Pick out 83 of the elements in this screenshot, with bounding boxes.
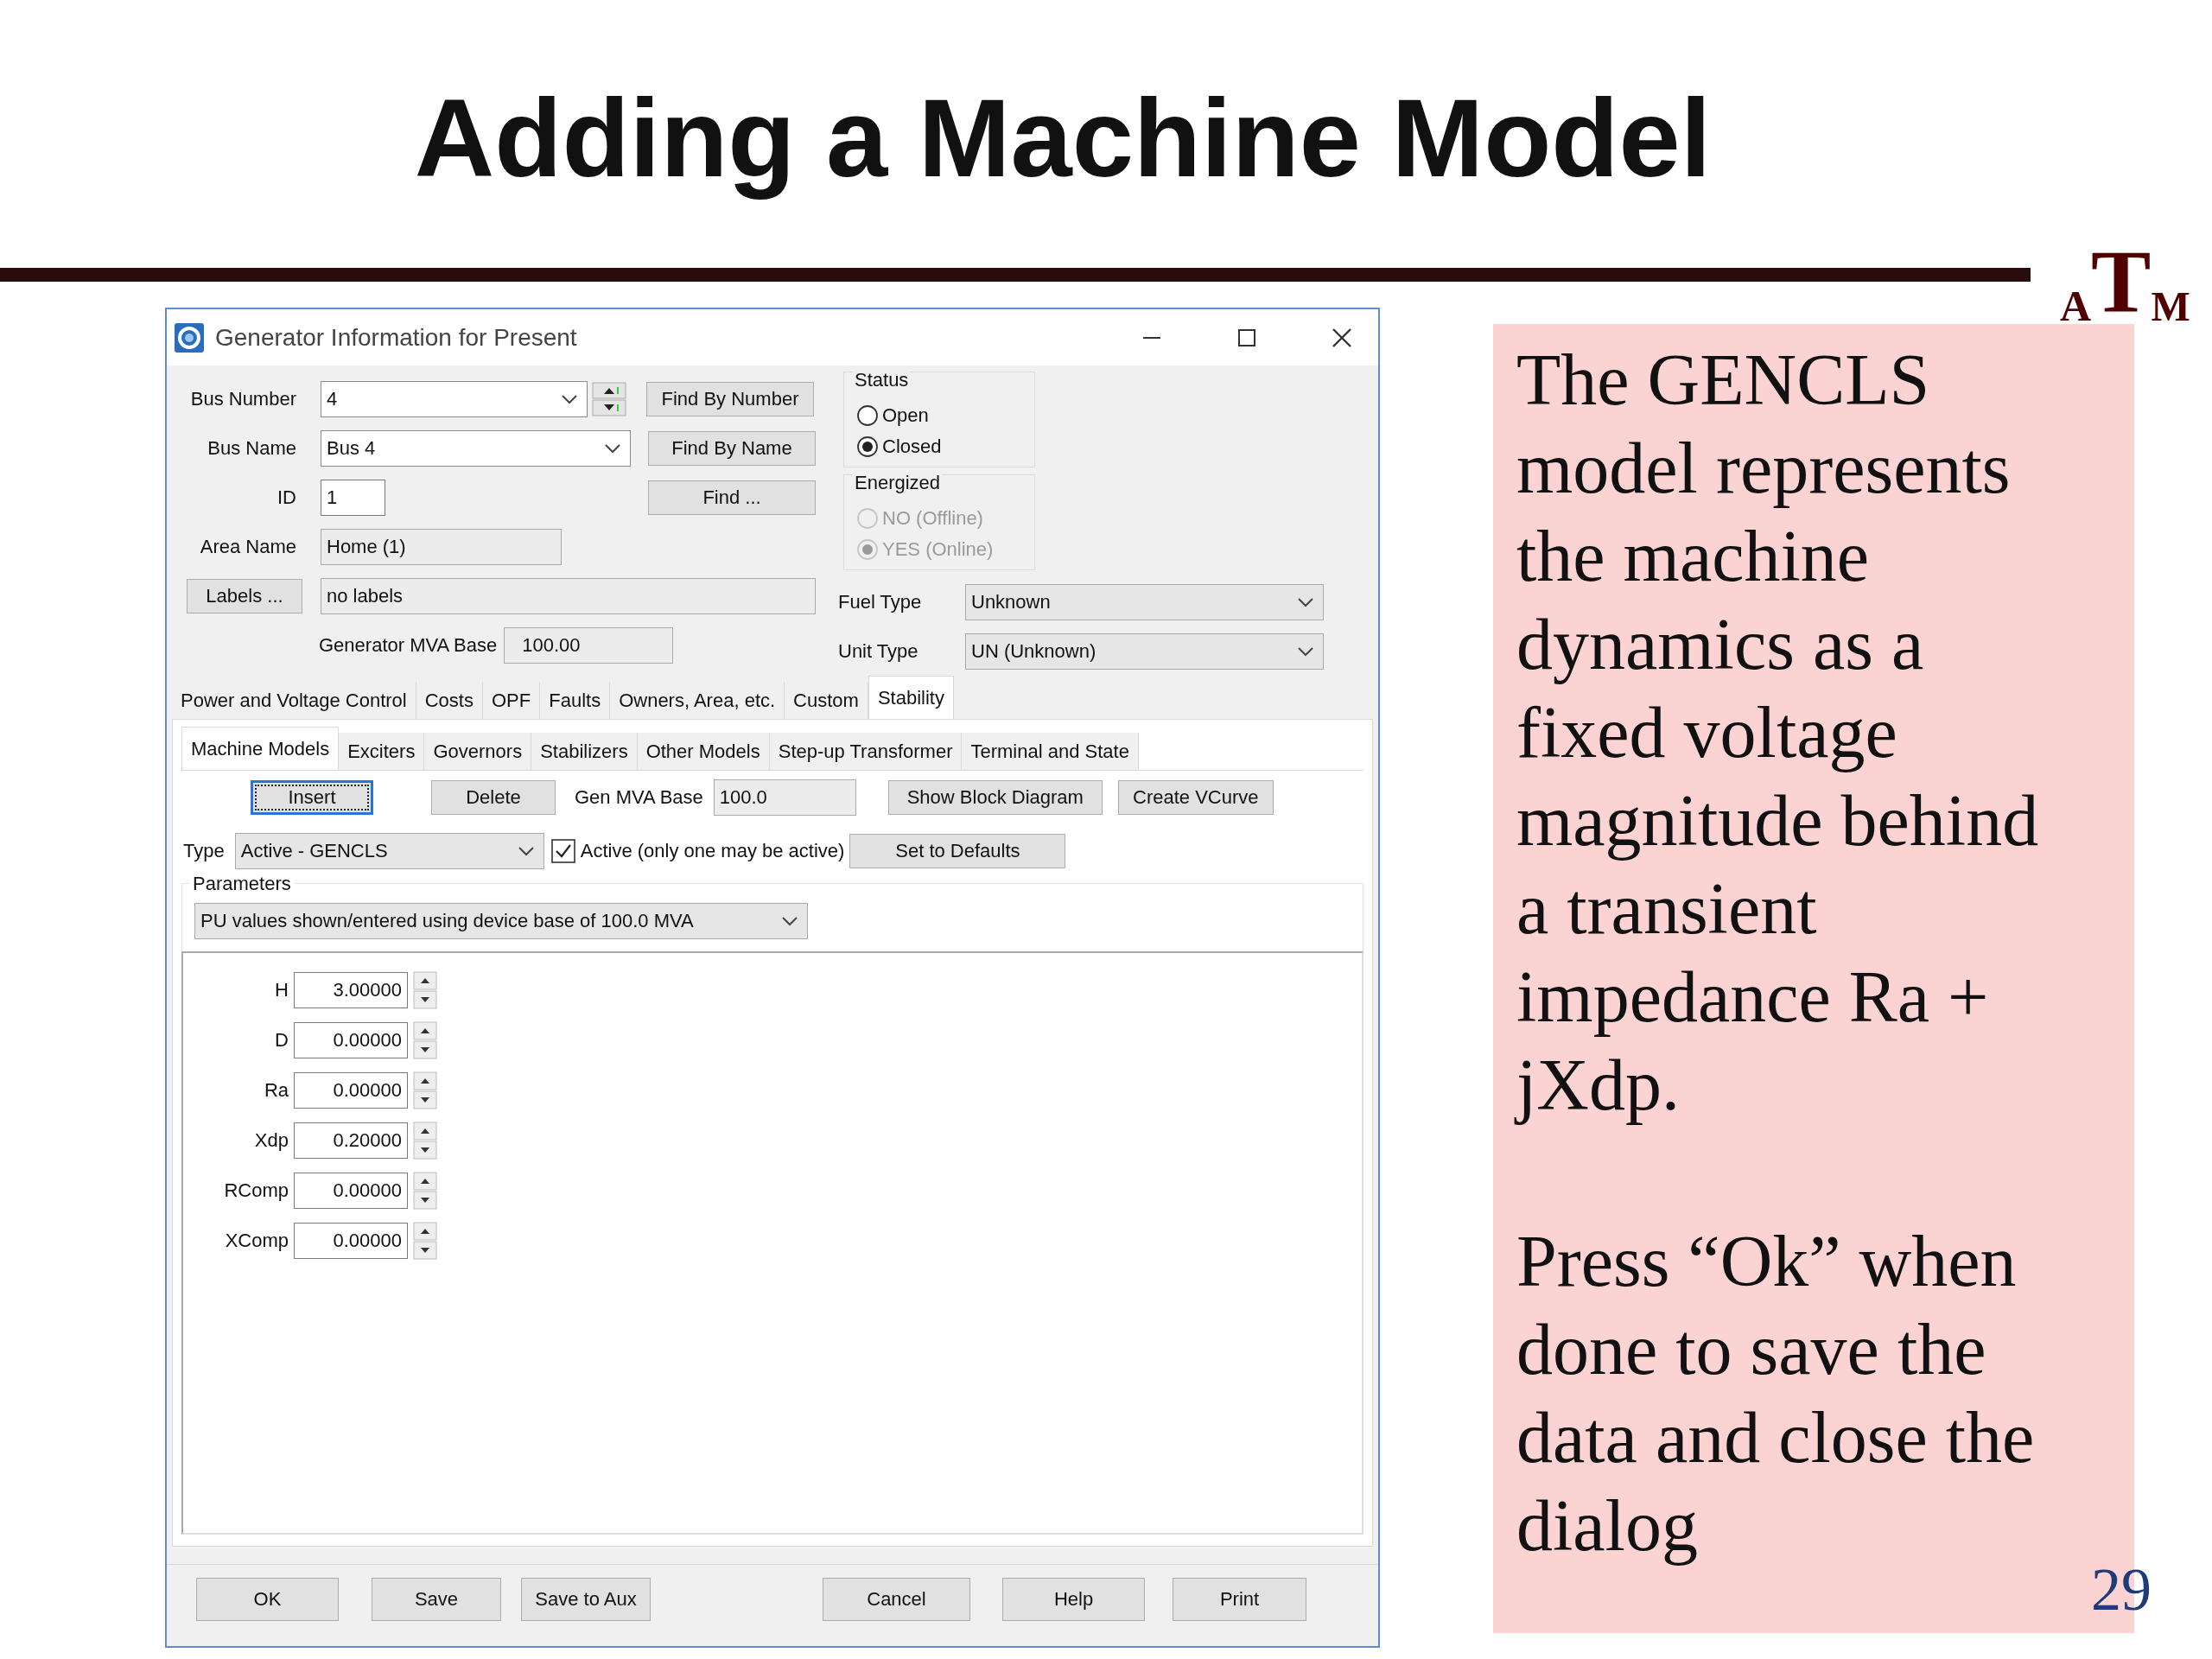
chevron-down-icon: [517, 846, 535, 857]
find-by-number-button[interactable]: Find By Number: [646, 381, 814, 416]
app-icon: [174, 321, 205, 353]
field-label: Area Name: [199, 535, 296, 558]
note-text: Press “Ok” when done to save the data and close the dialog: [1516, 1220, 2036, 1568]
radio-icon[interactable]: [856, 404, 879, 428]
dialog-button[interactable]: Cancel: [823, 1578, 970, 1622]
fuel-type-combo[interactable]: Unknown: [965, 583, 1324, 620]
parameter-label: Xdp: [253, 1129, 289, 1153]
tab[interactable]: Step-up Transformer: [769, 733, 963, 771]
spinner[interactable]: [413, 1071, 437, 1110]
spinner[interactable]: [413, 1222, 437, 1261]
gen-mva-base-field[interactable]: 100.0: [713, 779, 856, 817]
tab[interactable]: Other Models: [637, 733, 770, 771]
labels-field[interactable]: no labels: [321, 577, 816, 614]
bus-name-combo[interactable]: Bus 4: [321, 429, 631, 467]
bus-number-combo[interactable]: 4: [321, 380, 588, 417]
group-title: Energized: [853, 472, 943, 495]
find-button[interactable]: Find ...: [648, 480, 816, 515]
spinner[interactable]: [413, 971, 437, 1010]
spinner[interactable]: [413, 1122, 437, 1160]
chevron-down-icon: [1297, 645, 1314, 657]
labels-button[interactable]: Labels ...: [187, 578, 302, 613]
logo-letter: T: [2091, 233, 2152, 328]
parameter-label: Ra: [263, 1079, 289, 1103]
field-label: ID: [276, 486, 296, 509]
dialog-button[interactable]: Save: [372, 1578, 501, 1622]
parameter-field[interactable]: 3.00000: [294, 972, 408, 1009]
tab[interactable]: Terminal and State: [962, 733, 1139, 771]
tab[interactable]: Machine Models: [181, 727, 340, 771]
chevron-down-icon: [561, 393, 578, 404]
tab[interactable]: Governors: [424, 733, 532, 771]
type-combo[interactable]: Active - GENCLS: [234, 833, 544, 870]
spinner[interactable]: [413, 1172, 437, 1211]
units-combo[interactable]: PU values shown/entered using device base of 100.0 MVA: [194, 903, 808, 940]
chevron-down-icon: [1297, 596, 1314, 607]
logo-letter: A: [2060, 283, 2092, 328]
spinner[interactable]: [592, 381, 626, 416]
field-label: Fuel Type: [838, 590, 923, 613]
dialog-button[interactable]: Save to Aux: [521, 1578, 651, 1622]
logo-letter: M: [2151, 284, 2190, 328]
parameter-label: D: [274, 1029, 289, 1052]
spinner[interactable]: [413, 1021, 437, 1060]
parameter-label: RComp: [223, 1179, 289, 1203]
field-label: Bus Number: [189, 387, 296, 410]
dialog-button[interactable]: Help: [1002, 1578, 1145, 1622]
tab[interactable]: Exciters: [339, 733, 425, 771]
checkbox[interactable]: [550, 839, 575, 864]
show-block-diagram-button[interactable]: Show Block Diagram: [887, 780, 1103, 816]
unit-type-combo[interactable]: UN (Unknown): [965, 632, 1324, 670]
radio-option[interactable]: Open: [856, 400, 1034, 432]
parameter-field[interactable]: 0.00000: [294, 1223, 408, 1260]
mva-base-field[interactable]: 100.00: [504, 626, 674, 664]
parameter-field[interactable]: 0.20000: [294, 1122, 408, 1160]
dialog-button[interactable]: Print: [1173, 1578, 1306, 1622]
window-title: Generator Information for Present: [215, 323, 577, 352]
set-to-defaults-button[interactable]: Set to Defaults: [849, 834, 1066, 869]
insert-button[interactable]: Insert: [251, 780, 373, 816]
field-label: Type: [183, 840, 225, 863]
checkbox-label: Active (only one may be active): [580, 840, 845, 863]
delete-button[interactable]: Delete: [431, 780, 556, 816]
radio-icon[interactable]: [856, 435, 879, 459]
field-label: Gen MVA Base: [575, 786, 703, 810]
tab[interactable]: Stabilizers: [531, 733, 638, 771]
dialog-button[interactable]: OK: [196, 1578, 339, 1622]
field-label: Generator MVA Base: [319, 633, 498, 657]
parameter-label: H: [274, 979, 289, 1002]
create-vcurve-button[interactable]: Create VCurve: [1117, 780, 1274, 816]
parameter-field[interactable]: 0.00000: [294, 1022, 408, 1059]
tab[interactable]: Stability: [868, 676, 954, 720]
chevron-down-icon: [604, 442, 621, 454]
chevron-down-icon: [781, 916, 798, 927]
radio-option[interactable]: Closed: [856, 431, 1034, 463]
field-label: Bus Name: [207, 436, 296, 460]
slide-title: Adding a Machine Model: [413, 75, 1713, 201]
id-field[interactable]: 1: [321, 479, 385, 516]
parameter-field[interactable]: 0.00000: [294, 1173, 408, 1210]
parameter-label: XComp: [224, 1230, 289, 1253]
area-name-field[interactable]: Home (1): [321, 528, 562, 565]
parameter-field[interactable]: 0.00000: [294, 1072, 408, 1109]
find-by-name-button[interactable]: Find By Name: [648, 430, 816, 466]
field-label: Unit Type: [838, 639, 919, 663]
page-number: 29: [2091, 1555, 2152, 1624]
